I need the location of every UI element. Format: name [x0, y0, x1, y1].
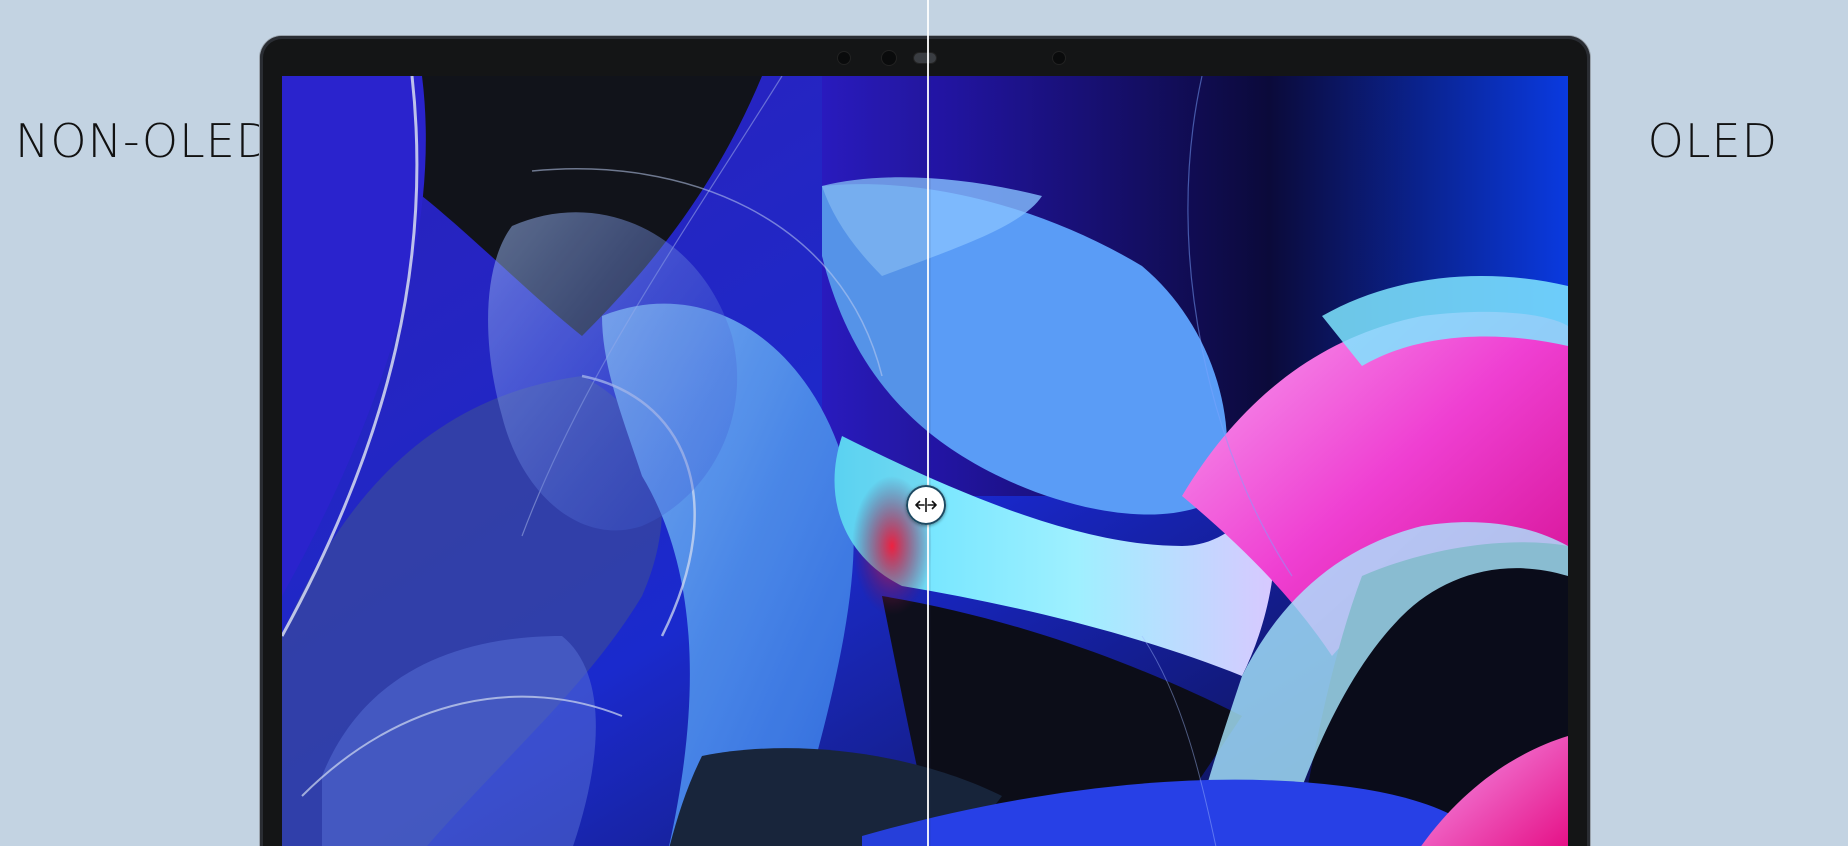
laptop-frame [260, 36, 1590, 846]
comparison-stage: NON-OLED OLED [0, 0, 1848, 846]
comparison-divider[interactable] [927, 0, 929, 846]
ir-sensor-icon [1053, 52, 1065, 64]
ambient-sensor-icon [838, 52, 850, 64]
privacy-shutter-icon [914, 53, 936, 63]
arrows-left-right-icon [915, 498, 937, 512]
laptop-screen [282, 76, 1568, 846]
comparison-slider-handle[interactable] [906, 485, 946, 525]
laptop-bezel-top [260, 36, 1590, 76]
oled-label: OLED [1647, 114, 1778, 168]
non-oled-label: NON-OLED [15, 114, 273, 168]
webcam-icon [882, 51, 896, 65]
wallpaper-image [282, 76, 1568, 846]
